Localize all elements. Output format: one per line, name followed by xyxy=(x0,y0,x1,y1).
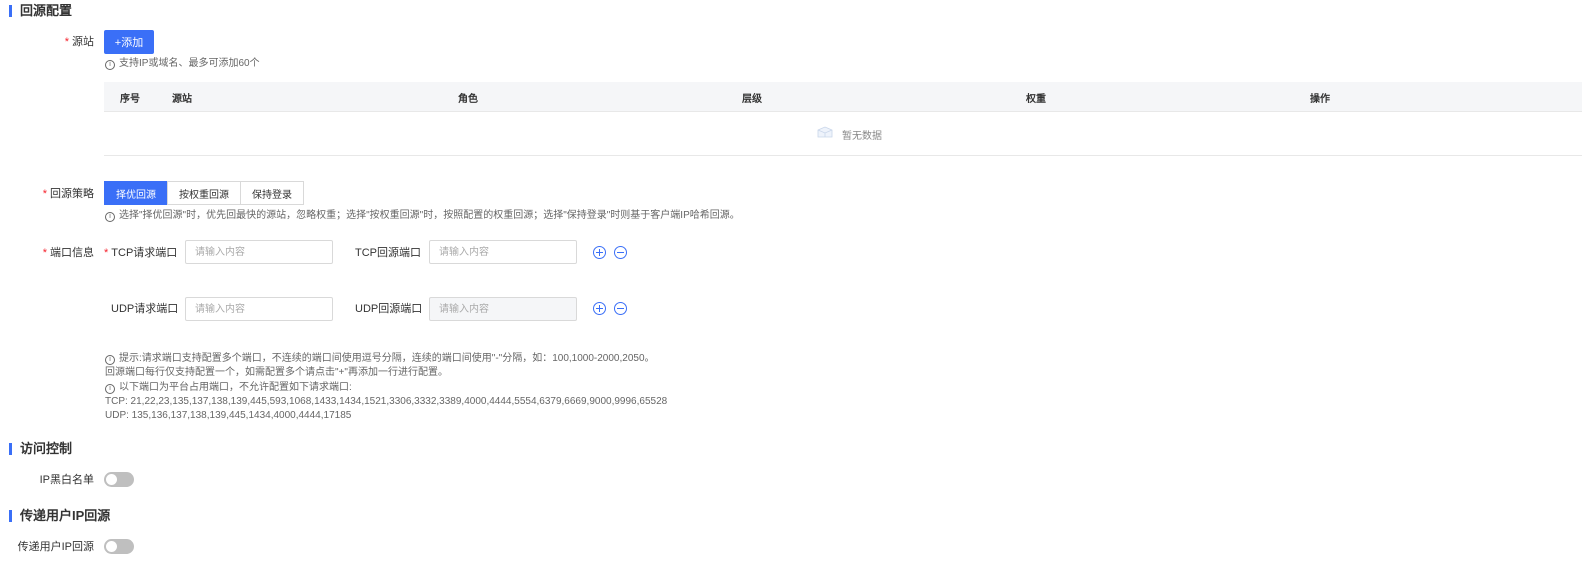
strategy-label-text: 回源策略 xyxy=(50,188,94,200)
empty-box-icon xyxy=(817,126,833,138)
required-mark: * xyxy=(42,188,47,200)
th-role: 角色 xyxy=(458,94,478,105)
udp-request-port-input[interactable] xyxy=(185,297,333,321)
ports-udp-reserved: UDP: 135,136,137,138,139,445,1434,4000,4… xyxy=(105,410,352,421)
udp-request-label: UDP请求端口 xyxy=(111,303,179,315)
remove-row-minus-icon[interactable] xyxy=(614,246,627,259)
add-row-plus-icon[interactable] xyxy=(593,302,606,315)
required-mark: * xyxy=(42,247,47,259)
ports-tip-2: 回源端口每行仅支持配置一个，如需配置多个请点击"+"再添加一行进行配置。 xyxy=(105,367,448,378)
remove-row-minus-icon[interactable] xyxy=(614,302,627,315)
tcp-request-label: * TCP请求端口 xyxy=(104,246,177,260)
strategy-option-keep-login[interactable]: 保持登录 xyxy=(240,181,304,205)
toggle-knob xyxy=(106,474,117,485)
ip-blacklist-label: IP黑白名单 xyxy=(39,474,94,486)
origin-table-header: 序号 源站 角色 层级 权重 操作 xyxy=(104,82,1582,112)
origin-label-text: 源站 xyxy=(72,36,94,48)
origin-table-body: 暂无数据 xyxy=(104,111,1582,156)
ports-label-text: 端口信息 xyxy=(50,247,94,259)
ports-tip-text: 提示:请求端口支持配置多个端口，不连续的端口间使用逗号分隔，连续的端口间使用"-… xyxy=(119,353,655,364)
tcp-request-label-text: TCP请求端口 xyxy=(111,247,178,259)
ports-tip-3: i 以下端口为平台占用端口，不允许配置如下请求端口: xyxy=(105,381,352,394)
th-level: 层级 xyxy=(742,94,762,105)
tcp-origin-port-input[interactable] xyxy=(429,240,577,264)
strategy-option-weight[interactable]: 按权重回源 xyxy=(167,181,241,205)
th-origin: 源站 xyxy=(172,94,192,105)
tcp-request-port-input[interactable] xyxy=(185,240,333,264)
th-weight: 权重 xyxy=(1026,94,1046,105)
origin-hint-text: 支持IP或域名、最多可添加60个 xyxy=(119,58,260,69)
th-actions: 操作 xyxy=(1310,94,1330,105)
section-bar xyxy=(9,443,12,455)
pass-user-ip-label: 传递用户IP回源 xyxy=(17,541,94,553)
empty-text: 暂无数据 xyxy=(842,131,882,142)
ports-tcp-reserved: TCP: 21,22,23,135,137,138,139,445,593,10… xyxy=(105,396,668,407)
origin-hint: i 支持IP或域名、最多可添加60个 xyxy=(105,57,260,70)
strategy-option-optimal[interactable]: 择优回源 xyxy=(104,181,168,205)
section-title-origin-config: 回源配置 xyxy=(20,3,73,18)
ports-label: * 端口信息 xyxy=(40,246,94,260)
section-title-pass-user-ip: 传递用户IP回源 xyxy=(20,508,111,523)
add-row-plus-icon[interactable] xyxy=(593,246,606,259)
section-bar xyxy=(9,510,12,522)
toggle-knob xyxy=(106,541,117,552)
strategy-hint: i 选择"择优回源"时，优先回最快的源站，忽略权重；选择"按权重回源"时，按照配置… xyxy=(105,209,740,222)
pass-user-ip-toggle[interactable] xyxy=(104,539,134,554)
info-icon: i xyxy=(105,212,115,222)
udp-origin-label: UDP回源端口 xyxy=(355,303,423,315)
strategy-hint-text: 选择"择优回源"时，优先回最快的源站，忽略权重；选择"按权重回源"时，按照配置的… xyxy=(119,210,740,221)
required-mark: * xyxy=(64,36,69,48)
info-icon: i xyxy=(105,60,115,70)
strategy-label: * 回源策略 xyxy=(40,187,94,201)
udp-origin-port-input xyxy=(429,297,577,321)
th-index: 序号 xyxy=(120,94,140,105)
origin-label: * 源站 xyxy=(40,35,94,49)
section-title-access-control: 访问控制 xyxy=(20,441,73,456)
ip-blacklist-toggle[interactable] xyxy=(104,472,134,487)
strategy-segmented-control: 择优回源 按权重回源 保持登录 xyxy=(104,181,304,205)
tcp-origin-label: TCP回源端口 xyxy=(355,247,421,259)
info-icon: i xyxy=(105,384,115,394)
required-mark: * xyxy=(104,247,109,259)
add-origin-button[interactable]: +添加 xyxy=(104,30,154,54)
ports-tip-1: i 提示:请求端口支持配置多个端口，不连续的端口间使用逗号分隔，连续的端口间使用"… xyxy=(105,352,655,365)
section-bar xyxy=(9,5,12,17)
info-icon: i xyxy=(105,355,115,365)
ports-tip-text: 以下端口为平台占用端口，不允许配置如下请求端口: xyxy=(119,382,352,393)
